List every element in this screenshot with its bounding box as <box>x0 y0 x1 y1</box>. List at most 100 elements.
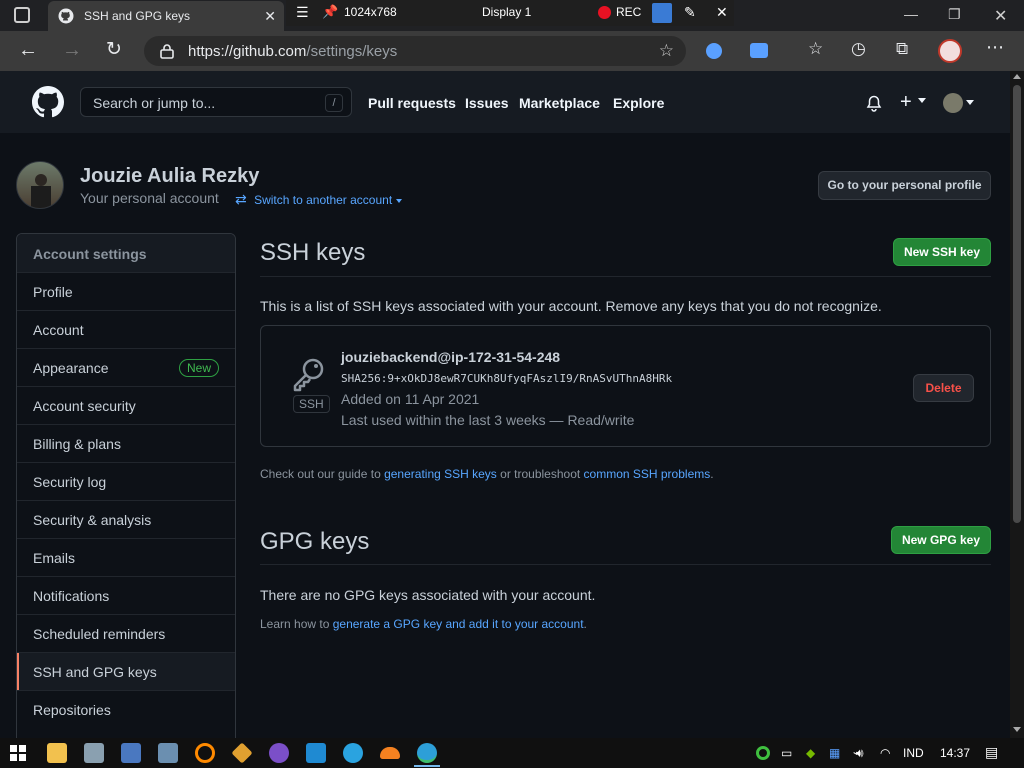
extension-search-icon[interactable] <box>706 43 722 59</box>
gpg-learn-text: Learn how to generate a GPG key and add … <box>260 617 587 631</box>
sidebar-item-ssh-gpg-keys[interactable]: SSH and GPG keys <box>17 652 235 691</box>
app-icon-5[interactable] <box>195 743 215 763</box>
switch-account-link[interactable]: ⇄ Switch to another account <box>235 191 402 208</box>
browser-tab[interactable]: SSH and GPG keys ✕ <box>48 1 284 31</box>
sidebar-item-account-security[interactable]: Account security <box>17 386 235 424</box>
create-new-icon[interactable]: + <box>900 91 912 114</box>
pen-icon[interactable]: ✎ <box>684 4 696 21</box>
extension-screen-icon[interactable] <box>750 43 768 58</box>
ssh-type-label: SSH <box>293 395 330 413</box>
windows-start-icon[interactable] <box>10 745 26 761</box>
tab-actions-icon[interactable] <box>14 7 30 23</box>
camera-icon[interactable] <box>652 3 672 23</box>
tray-clock[interactable]: 14:37 <box>940 746 970 760</box>
new-gpg-key-button[interactable]: New GPG key <box>891 526 991 554</box>
sidebar-item-notifications[interactable]: Notifications <box>17 576 235 614</box>
sidebar-item-security-analysis[interactable]: Security & analysis <box>17 500 235 538</box>
scroll-down-icon[interactable] <box>1013 727 1021 732</box>
github-favicon-icon <box>58 8 74 24</box>
generating-ssh-keys-link[interactable]: generating SSH keys <box>384 467 497 481</box>
sidebar-item-billing[interactable]: Billing & plans <box>17 424 235 462</box>
tray-keyboard-icon[interactable]: ▦ <box>829 746 840 760</box>
back-icon[interactable]: ← <box>18 39 38 62</box>
ssh-guide-text: Check out our guide to generating SSH ke… <box>260 467 714 481</box>
notification-center-icon[interactable]: ▤ <box>985 744 998 761</box>
minimize-icon[interactable]: — <box>904 6 918 22</box>
scroll-up-icon[interactable] <box>1013 74 1021 79</box>
search-input[interactable]: Search or jump to... / <box>80 87 352 117</box>
browser-tab-bar: SSH and GPG keys ✕ ☰ 📌 1024x768 Display … <box>0 0 1024 31</box>
switch-chevron-down-icon <box>395 198 402 203</box>
window-close-icon[interactable]: ✕ <box>994 6 1007 26</box>
nav-issues[interactable]: Issues <box>465 95 509 111</box>
sidebar-item-repositories[interactable]: Repositories <box>17 690 235 728</box>
app-icon-2[interactable] <box>84 743 104 763</box>
tray-language[interactable]: IND <box>903 746 924 760</box>
tray-sound-icon[interactable]: 🔊︎ <box>856 746 864 761</box>
sidebar-item-appearance[interactable]: Appearance New <box>17 348 235 386</box>
url-path: /settings/keys <box>306 43 398 60</box>
favorites-icon[interactable]: ☆ <box>808 39 823 59</box>
new-ssh-key-button[interactable]: New SSH key <box>893 238 991 266</box>
settings-sidebar: Account settings Profile Account Appeara… <box>16 233 236 738</box>
reload-icon[interactable]: ↻ <box>106 38 122 61</box>
app-icon-4[interactable] <box>158 743 178 763</box>
url-host: https://github.com <box>188 43 307 60</box>
github-desktop-icon[interactable] <box>269 743 289 763</box>
bell-icon[interactable] <box>866 95 882 112</box>
app-icon-6[interactable] <box>231 742 253 764</box>
key-icon <box>293 358 324 392</box>
forward-icon[interactable]: → <box>62 39 82 62</box>
personal-profile-button[interactable]: Go to your personal profile <box>818 171 991 200</box>
sidebar-item-scheduled-reminders[interactable]: Scheduled reminders <box>17 614 235 652</box>
telegram-icon[interactable] <box>343 743 363 763</box>
recording-close-icon[interactable]: ✕ <box>716 4 728 21</box>
history-icon[interactable]: ◷ <box>851 39 866 59</box>
tray-app-icon[interactable]: ◆ <box>806 746 815 760</box>
address-bar[interactable]: https://github.com/settings/keys ☆ <box>144 36 686 66</box>
tab-title: SSH and GPG keys <box>84 9 191 23</box>
sidebar-item-account[interactable]: Account <box>17 310 235 348</box>
common-ssh-problems-link[interactable]: common SSH problems <box>584 467 711 481</box>
generate-gpg-key-link[interactable]: generate a GPG key and add it to your ac… <box>333 617 584 631</box>
browser-menu-icon[interactable]: ⋯ <box>986 37 1004 58</box>
file-explorer-icon[interactable] <box>47 743 67 763</box>
menu-icon[interactable]: ☰ <box>296 4 309 21</box>
create-chevron-down-icon[interactable] <box>918 98 926 103</box>
sidebar-item-profile[interactable]: Profile <box>17 272 235 310</box>
nav-marketplace[interactable]: Marketplace <box>519 95 600 111</box>
delete-key-button[interactable]: Delete <box>913 374 974 402</box>
rec-label[interactable]: REC <box>616 5 641 19</box>
ssh-keys-title: SSH keys <box>260 239 366 266</box>
sidebar-item-emails[interactable]: Emails <box>17 538 235 576</box>
tab-close-icon[interactable]: ✕ <box>264 8 276 25</box>
user-avatar[interactable] <box>943 93 963 113</box>
switch-account-label: Switch to another account <box>254 193 393 207</box>
gpg-divider <box>260 564 991 565</box>
nav-explore[interactable]: Explore <box>613 95 664 111</box>
scrollbar-thumb[interactable] <box>1013 85 1021 523</box>
sidebar-item-label: Scheduled reminders <box>33 626 166 642</box>
github-logo-icon[interactable] <box>32 86 64 118</box>
sidebar-item-label: Notifications <box>33 588 110 604</box>
browser-profile-avatar[interactable] <box>938 39 962 63</box>
vscode-icon[interactable] <box>306 743 326 763</box>
tray-battery-icon[interactable]: ▭ <box>781 746 792 760</box>
page-scrollbar[interactable] <box>1010 71 1024 738</box>
pin-icon[interactable]: 📌 <box>322 4 338 20</box>
collections-icon[interactable]: ⧉ <box>896 39 908 59</box>
nav-pull-requests[interactable]: Pull requests <box>368 95 456 111</box>
profile-avatar[interactable] <box>16 161 64 209</box>
tray-recorder-icon[interactable] <box>756 746 770 760</box>
edge-browser-icon[interactable] <box>417 743 437 763</box>
tray-wifi-icon[interactable]: ◠ <box>880 746 890 760</box>
cloud-app-icon[interactable] <box>380 747 400 759</box>
app-icon-3[interactable] <box>121 743 141 763</box>
sidebar-item-label: Profile <box>33 284 73 300</box>
browser-toolbar: ← → ↻ https://github.com/settings/keys ☆… <box>0 31 1024 71</box>
avatar-chevron-down-icon[interactable] <box>966 100 974 105</box>
favorite-add-icon[interactable]: ☆ <box>659 41 674 61</box>
restore-icon[interactable]: ❐ <box>948 6 961 23</box>
sidebar-item-security-log[interactable]: Security log <box>17 462 235 500</box>
sidebar-item-label: Security log <box>33 474 107 490</box>
